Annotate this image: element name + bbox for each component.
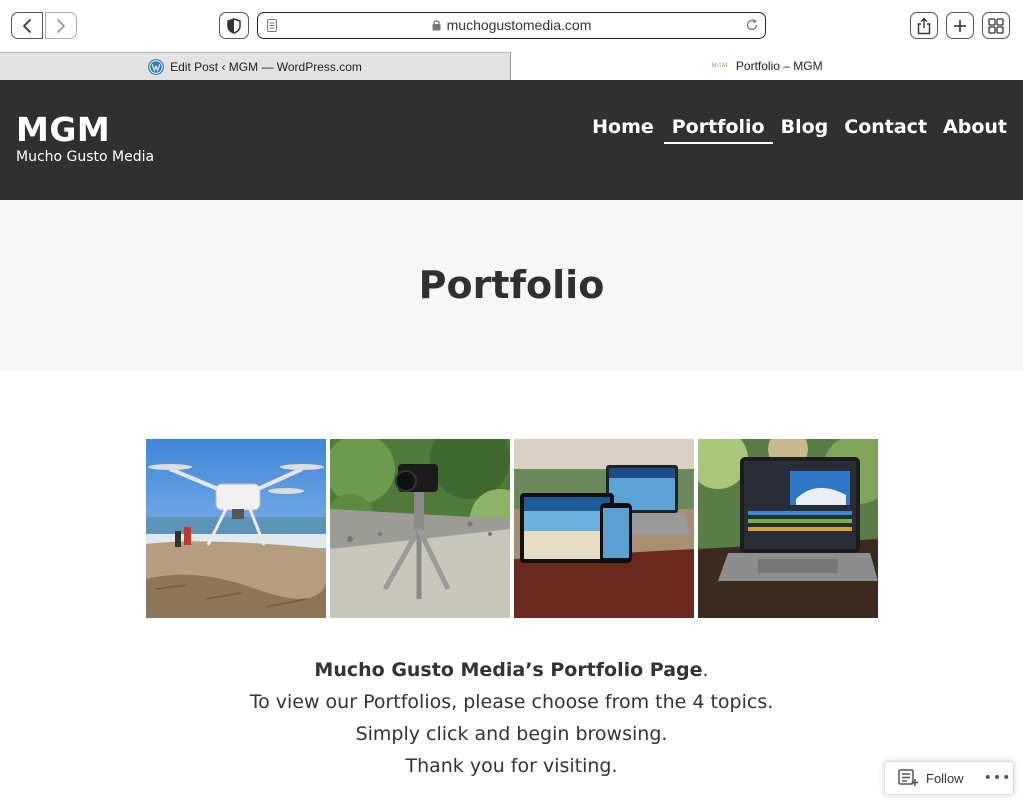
tab-portfolio[interactable]: MGM Portfolio – MGM bbox=[511, 52, 1023, 80]
main-navigation: Home Portfolio Blog Contact About bbox=[576, 116, 1007, 144]
drone-photo-icon bbox=[146, 439, 326, 618]
mgm-favicon: MGM bbox=[711, 63, 728, 69]
intro-line-3: Simply click and begin browsing. bbox=[355, 723, 668, 745]
privacy-shield-button[interactable] bbox=[219, 12, 249, 39]
url-text: muchogustomedia.com bbox=[446, 17, 592, 33]
gallery-image-camera[interactable] bbox=[330, 439, 510, 618]
portfolio-gallery bbox=[146, 439, 878, 618]
camera-tripod-photo-icon bbox=[330, 439, 510, 618]
intro-line-2: To view our Portfolios, please choose fr… bbox=[249, 691, 774, 713]
back-button[interactable] bbox=[11, 12, 43, 39]
chevron-left-icon bbox=[23, 18, 31, 33]
site-header: MGM Mucho Gusto Media Home Portfolio Blo… bbox=[0, 80, 1023, 200]
intro-line-4: Thank you for visiting. bbox=[405, 755, 618, 777]
nav-home[interactable]: Home bbox=[592, 116, 654, 144]
site-tagline: Mucho Gusto Media bbox=[16, 149, 155, 165]
reload-icon[interactable] bbox=[745, 18, 759, 32]
gallery-image-drone[interactable] bbox=[146, 439, 326, 618]
tab-edit-post[interactable]: Edit Post ‹ MGM — WordPress.com bbox=[0, 52, 511, 80]
nav-about[interactable]: About bbox=[943, 116, 1007, 144]
browser-toolbar: muchogustomedia.com bbox=[0, 0, 1023, 52]
new-tab-button[interactable] bbox=[946, 12, 974, 39]
page-title: Portfolio bbox=[418, 263, 605, 307]
tab-label: Portfolio – MGM bbox=[735, 59, 823, 73]
share-icon bbox=[917, 17, 931, 34]
nav-portfolio[interactable]: Portfolio bbox=[663, 116, 773, 144]
devices-surfing-photo-icon bbox=[514, 439, 694, 618]
address-url: muchogustomedia.com bbox=[258, 13, 765, 38]
page-hero: Portfolio bbox=[0, 200, 1023, 371]
follow-widget: Follow ••• bbox=[884, 761, 1014, 795]
lock-icon bbox=[432, 20, 441, 31]
gallery-image-devices[interactable] bbox=[514, 439, 694, 618]
shield-icon bbox=[227, 17, 241, 34]
nav-contact[interactable]: Contact bbox=[844, 116, 927, 144]
intro-heading-line: Mucho Gusto Media’s Portfolio Page. bbox=[0, 654, 1023, 686]
follow-button[interactable]: Follow bbox=[926, 771, 964, 786]
tab-overview-button[interactable] bbox=[982, 12, 1010, 39]
address-bar[interactable]: muchogustomedia.com bbox=[257, 12, 766, 39]
plus-icon bbox=[954, 19, 966, 32]
reader-follow-icon[interactable] bbox=[898, 769, 920, 787]
laptop-video-editing-photo-icon bbox=[698, 439, 878, 618]
site-title[interactable]: MGM bbox=[16, 110, 110, 149]
share-button[interactable] bbox=[910, 12, 938, 39]
chevron-right-icon bbox=[57, 18, 65, 33]
gallery-image-laptop[interactable] bbox=[698, 439, 878, 618]
grid-icon bbox=[988, 17, 1004, 34]
nav-blog[interactable]: Blog bbox=[781, 116, 829, 144]
tab-strip: Edit Post ‹ MGM — WordPress.com MGM Port… bbox=[0, 52, 1023, 80]
forward-button[interactable] bbox=[45, 12, 77, 39]
tab-label: Edit Post ‹ MGM — WordPress.com bbox=[170, 59, 362, 74]
more-options-icon[interactable]: ••• bbox=[984, 770, 1012, 786]
intro-period: . bbox=[702, 659, 709, 681]
wordpress-icon bbox=[148, 58, 164, 75]
intro-bold-text: Mucho Gusto Media’s Portfolio Page bbox=[314, 659, 703, 681]
